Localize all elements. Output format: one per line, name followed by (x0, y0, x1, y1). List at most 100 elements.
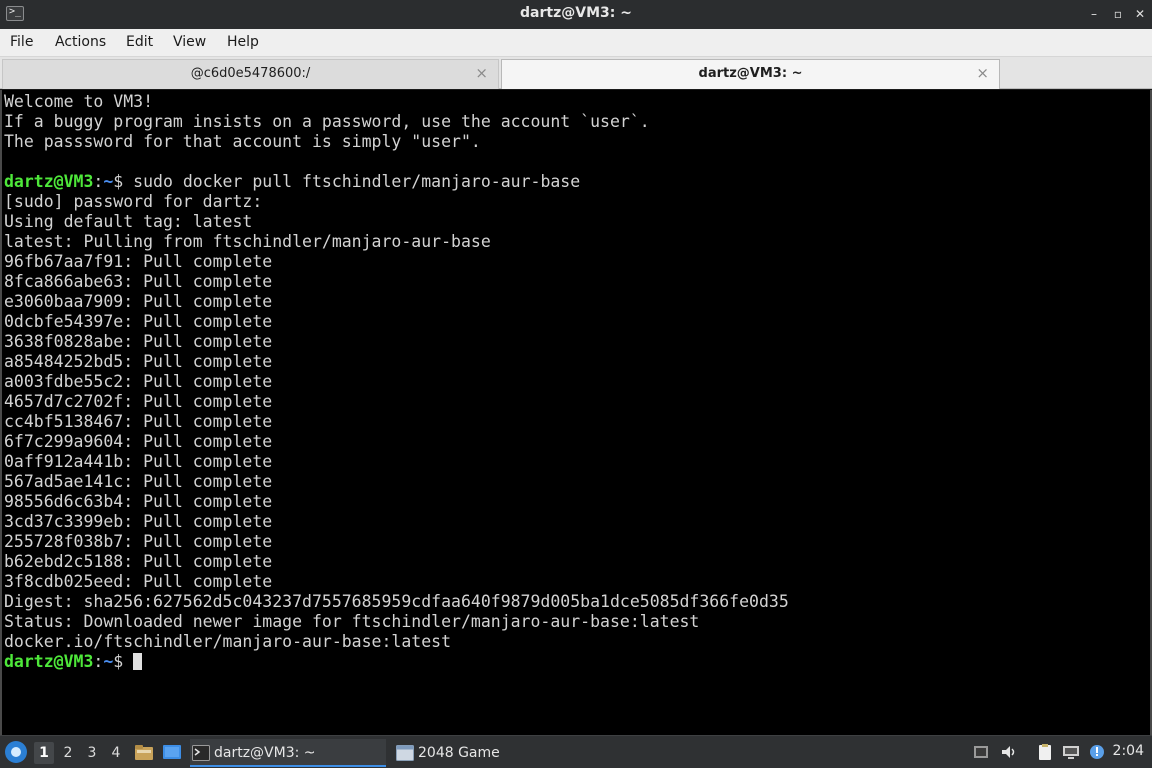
output-text: 6f7c299a9604: Pull complete (4, 432, 273, 451)
output-line: a003fdbe55c2: Pull complete (4, 372, 789, 392)
output-text: 4657d7c2702f: Pull complete (4, 392, 273, 411)
maximize-button[interactable]: ▫ (1110, 4, 1126, 24)
clock[interactable]: 2:04 (1113, 743, 1144, 759)
output-line: e3060baa7909: Pull complete (4, 292, 789, 312)
output-line: 98556d6c63b4: Pull complete (4, 492, 789, 512)
output-line: 96fb67aa7f91: Pull complete (4, 252, 789, 272)
output-line: 3638f0828abe: Pull complete (4, 332, 789, 352)
output-text: 3cd37c3399eb: Pull complete (4, 512, 273, 531)
volume-icon[interactable] (1000, 743, 1018, 761)
output-text: e3060baa7909: Pull complete (4, 292, 273, 311)
output-text: a003fdbe55c2: Pull complete (4, 372, 273, 391)
output-text: 0aff912a441b: Pull complete (4, 452, 273, 471)
output-text: 3f8cdb025eed: Pull complete (4, 572, 273, 591)
output-text: Digest: sha256:627562d5c043237d755768595… (4, 592, 789, 611)
task-terminal[interactable]: dartz@VM3: ~ (190, 739, 386, 767)
menu-view[interactable]: View (173, 34, 206, 50)
output-line: cc4bf5138467: Pull complete (4, 412, 789, 432)
workspace-2[interactable]: 2 (58, 742, 78, 764)
start-menu-icon[interactable] (5, 741, 27, 763)
output-text: 8fca866abe63: Pull complete (4, 272, 273, 291)
menu-actions[interactable]: Actions (55, 34, 106, 50)
output-text: 0dcbfe54397e: Pull complete (4, 312, 273, 331)
tab-close-icon[interactable]: × (976, 64, 989, 82)
output-line: Status: Downloaded newer image for ftsch… (4, 612, 789, 632)
taskbar: 1 2 3 4 dartz@VM3: ~ 2048 Game 2:04 (0, 735, 1152, 768)
prompt-path: ~ (103, 172, 114, 191)
output-line: 567ad5ae141c: Pull complete (4, 472, 789, 492)
output-text: 255728f038b7: Pull complete (4, 532, 273, 551)
output-line: Welcome to VM3! (4, 92, 789, 112)
output-line: Digest: sha256:627562d5c043237d755768595… (4, 592, 789, 612)
output-text: b62ebd2c5188: Pull complete (4, 552, 273, 571)
window-title: dartz@VM3: ~ (520, 5, 632, 21)
window-icon (396, 745, 414, 761)
network-icon[interactable] (972, 743, 990, 761)
output-line: 6f7c299a9604: Pull complete (4, 432, 789, 452)
output-text: 98556d6c63b4: Pull complete (4, 492, 273, 511)
output-text: Status: Downloaded newer image for ftsch… (4, 612, 700, 631)
output-text: If a buggy program insists on a password… (4, 112, 650, 131)
output-text: 3638f0828abe: Pull complete (4, 332, 273, 351)
terminal-text: Welcome to VM3! If a buggy program insist… (4, 92, 789, 672)
show-desktop-icon[interactable] (162, 743, 182, 761)
text-cursor (133, 653, 143, 670)
task-label: 2048 Game (418, 745, 500, 761)
terminal-output[interactable]: Welcome to VM3! If a buggy program insist… (0, 90, 1152, 735)
workspace-1[interactable]: 1 (34, 742, 54, 764)
menubar: File Actions Edit View Help (0, 29, 1152, 57)
prompt-line: dartz@VM3:~$ sudo docker pull ftschindle… (4, 172, 789, 192)
window-titlebar[interactable]: >_ dartz@VM3: ~ – ▫ ✕ (0, 0, 1152, 29)
file-manager-icon[interactable] (134, 743, 154, 761)
prompt-separator: : (93, 652, 104, 671)
minimize-button[interactable]: – (1086, 4, 1102, 24)
output-line: 3f8cdb025eed: Pull complete (4, 572, 789, 592)
tab-label: @c6d0e5478600:/ (190, 66, 311, 81)
task-2048-game[interactable]: 2048 Game (394, 739, 574, 767)
output-text: 567ad5ae141c: Pull complete (4, 472, 273, 491)
output-line: If a buggy program insists on a password… (4, 112, 789, 132)
command-text: sudo docker pull ftschindler/manjaro-aur… (133, 172, 581, 191)
output-line: a85484252bd5: Pull complete (4, 352, 789, 372)
menu-help[interactable]: Help (227, 34, 259, 50)
close-window-button[interactable]: ✕ (1132, 4, 1148, 24)
notification-icon[interactable] (1088, 743, 1106, 761)
output-line: docker.io/ftschindler/manjaro-aur-base:l… (4, 632, 789, 652)
output-line: The passsword for that account is simply… (4, 132, 789, 152)
output-line: Using default tag: latest (4, 212, 789, 232)
output-line: 0aff912a441b: Pull complete (4, 452, 789, 472)
workspace-4[interactable]: 4 (106, 742, 126, 764)
output-line: 8fca866abe63: Pull complete (4, 272, 789, 292)
menu-edit[interactable]: Edit (126, 34, 153, 50)
output-line: 255728f038b7: Pull complete (4, 532, 789, 552)
prompt-separator: : (93, 172, 104, 191)
tab-close-icon[interactable]: × (475, 64, 488, 82)
output-text: a85484252bd5: Pull complete (4, 352, 273, 371)
prompt-line: dartz@VM3:~$ (4, 652, 789, 672)
task-label: dartz@VM3: ~ (214, 745, 316, 761)
output-text: latest: Pulling from ftschindler/manjaro… (4, 232, 491, 251)
output-text: docker.io/ftschindler/manjaro-aur-base:l… (4, 632, 452, 651)
output-line: b62ebd2c5188: Pull complete (4, 552, 789, 572)
output-line: 3cd37c3399eb: Pull complete (4, 512, 789, 532)
output-text: Welcome to VM3! (4, 92, 154, 111)
output-line: [sudo] password for dartz: (4, 192, 789, 212)
output-line: latest: Pulling from ftschindler/manjaro… (4, 232, 789, 252)
tab-local-active[interactable]: dartz@VM3: ~ × (501, 59, 1000, 89)
prompt-symbol: $ (113, 652, 134, 671)
output-line: 4657d7c2702f: Pull complete (4, 392, 789, 412)
tab-label: dartz@VM3: ~ (698, 66, 803, 81)
output-text: Using default tag: latest (4, 212, 253, 231)
tab-container[interactable]: @c6d0e5478600:/ × (2, 59, 499, 89)
menu-file[interactable]: File (10, 34, 33, 50)
tab-bar: @c6d0e5478600:/ × dartz@VM3: ~ × (0, 57, 1152, 89)
terminal-icon (192, 745, 210, 761)
workspace-3[interactable]: 3 (82, 742, 102, 764)
clipboard-icon[interactable] (1036, 743, 1054, 761)
prompt-path: ~ (103, 652, 114, 671)
output-text: The passsword for that account is simply… (4, 132, 481, 151)
prompt-user: dartz@VM3 (4, 652, 94, 671)
screen-icon[interactable] (1062, 743, 1080, 761)
prompt-symbol: $ (113, 172, 134, 191)
